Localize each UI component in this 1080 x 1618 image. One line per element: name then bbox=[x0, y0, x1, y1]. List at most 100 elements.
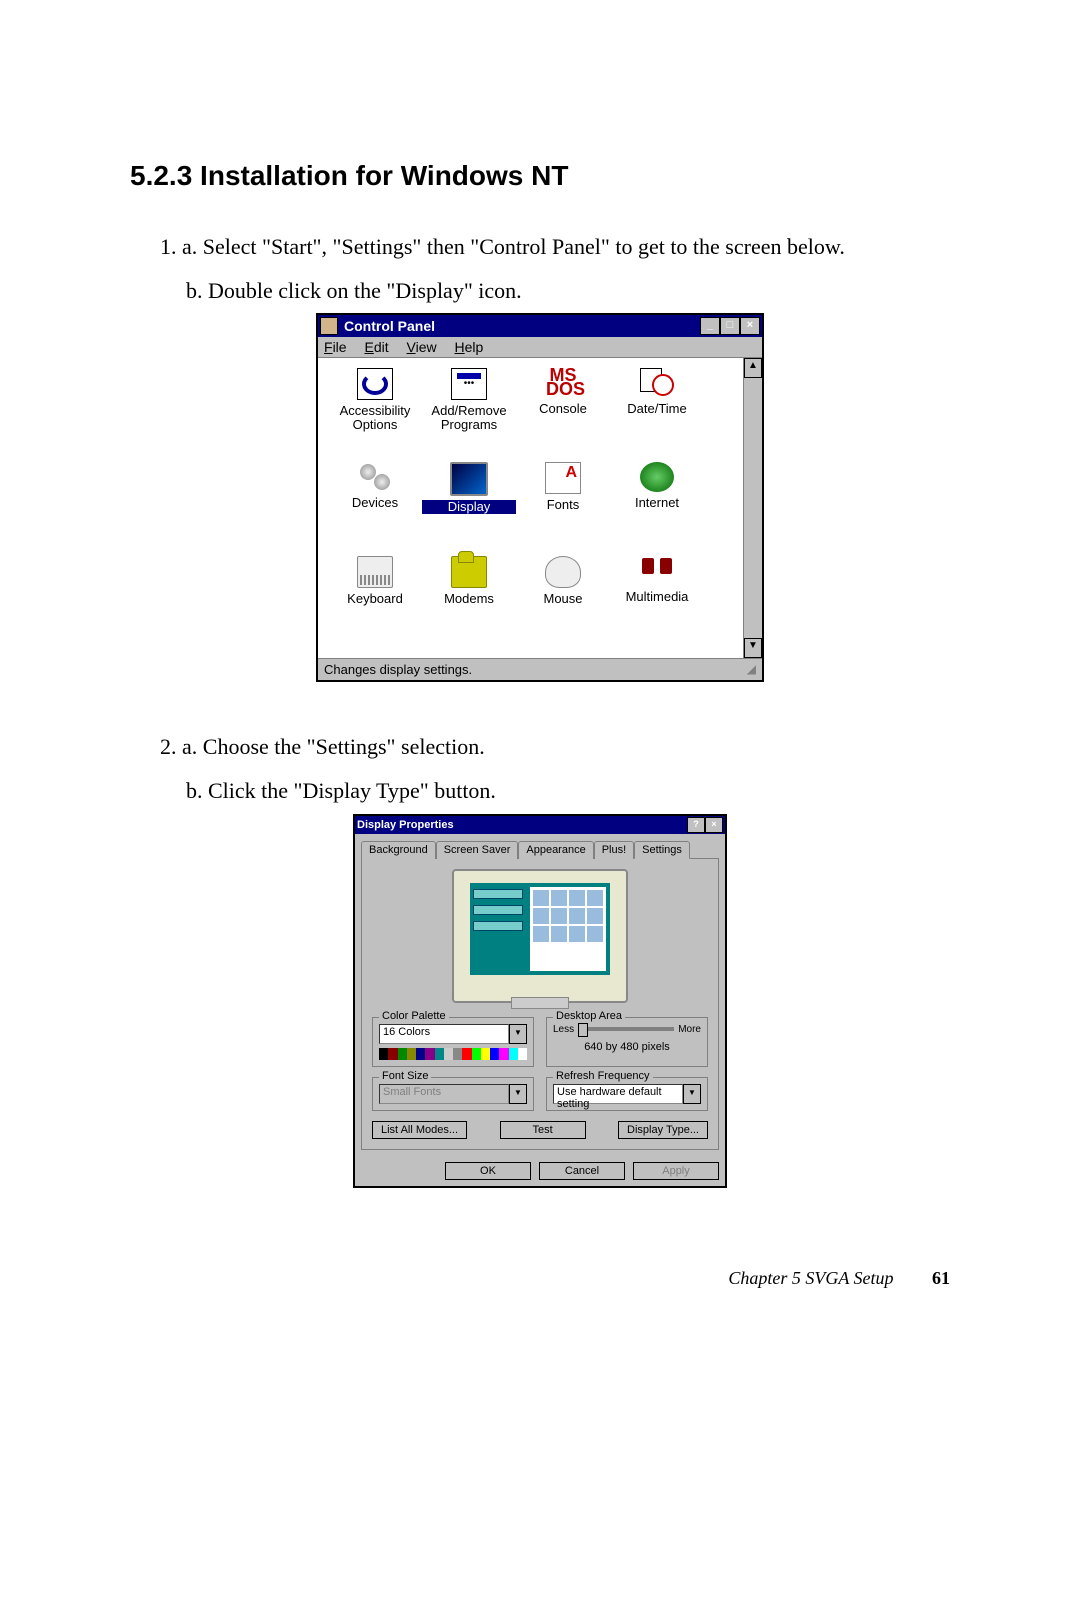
tab-plus-[interactable]: Plus! bbox=[594, 841, 634, 859]
statusbar: Changes display settings. ◢ bbox=[318, 658, 762, 680]
console-icon: MS DOS bbox=[546, 368, 580, 398]
icon-label: Date/Time bbox=[610, 402, 704, 416]
help-button[interactable]: ? bbox=[687, 817, 705, 833]
control-panel-window: Control Panel _ □ × File Edit View Help … bbox=[316, 313, 764, 682]
font-size-group: Font Size Small Fonts ▼ bbox=[372, 1077, 534, 1111]
section-heading: 5.2.3 Installation for Windows NT bbox=[130, 160, 950, 192]
display-properties-dialog: Display Properties ? × BackgroundScreen … bbox=[353, 814, 727, 1188]
icon-label: Add/Remove Programs bbox=[422, 404, 516, 431]
status-text: Changes display settings. bbox=[324, 662, 472, 677]
icon-label: Devices bbox=[328, 496, 422, 510]
font-size-select[interactable]: Small Fonts bbox=[379, 1084, 509, 1104]
color-palette-group: Color Palette 16 Colors ▼ bbox=[372, 1017, 534, 1067]
menu-edit[interactable]: Edit bbox=[364, 339, 388, 355]
cp-icon-console[interactable]: MS DOS Console bbox=[516, 364, 610, 458]
cp-icon-access[interactable]: Accessibility Options bbox=[328, 364, 422, 458]
cp-icon-kbd[interactable]: Keyboard bbox=[328, 552, 422, 646]
refresh-frequency-group: Refresh Frequency Use hardware default s… bbox=[546, 1077, 708, 1111]
scroll-up-button[interactable]: ▲ bbox=[744, 358, 762, 378]
apply-button[interactable]: Apply bbox=[633, 1162, 719, 1180]
step-1b: b. Double click on the "Display" icon. bbox=[186, 276, 950, 306]
icon-label: Internet bbox=[610, 496, 704, 510]
cp-icon-devices[interactable]: Devices bbox=[328, 458, 422, 552]
dropdown-button[interactable]: ▼ bbox=[509, 1024, 527, 1044]
slider-more-label: More bbox=[678, 1024, 701, 1035]
maximize-button[interactable]: □ bbox=[720, 317, 740, 335]
icon-label: Keyboard bbox=[328, 592, 422, 606]
devices-icon bbox=[358, 462, 392, 492]
settings-panel: Color Palette 16 Colors ▼ Desktop Area L… bbox=[361, 858, 719, 1150]
control-panel-icon bbox=[320, 317, 338, 335]
refresh-frequency-label: Refresh Frequency bbox=[553, 1070, 653, 1082]
access-icon bbox=[357, 368, 393, 400]
tab-screen-saver[interactable]: Screen Saver bbox=[436, 841, 519, 859]
resize-grip-icon[interactable]: ◢ bbox=[747, 662, 756, 677]
footer-chapter: Chapter 5 SVGA Setup bbox=[728, 1268, 893, 1288]
icon-label: Display bbox=[422, 500, 516, 514]
cp-icon-multi[interactable]: Multimedia bbox=[610, 552, 704, 646]
dropdown-button[interactable]: ▼ bbox=[683, 1084, 701, 1104]
icon-label: Accessibility Options bbox=[328, 404, 422, 431]
cp-icon-addrem[interactable]: Add/Remove Programs bbox=[422, 364, 516, 458]
titlebar[interactable]: Display Properties ? × bbox=[355, 816, 725, 834]
mouse-icon bbox=[545, 556, 581, 588]
cp-icon-fonts[interactable]: Fonts bbox=[516, 458, 610, 552]
monitor-preview bbox=[452, 869, 628, 1003]
minimize-button[interactable]: _ bbox=[700, 317, 720, 335]
kbd-icon bbox=[357, 556, 393, 588]
display-type-button[interactable]: Display Type... bbox=[618, 1121, 708, 1139]
tab-appearance[interactable]: Appearance bbox=[518, 841, 593, 859]
palette-swatch bbox=[379, 1048, 527, 1060]
step-2b: b. Click the "Display Type" button. bbox=[186, 776, 950, 806]
test-button[interactable]: Test bbox=[500, 1121, 586, 1139]
ok-button[interactable]: OK bbox=[445, 1162, 531, 1180]
desktop-area-label: Desktop Area bbox=[553, 1010, 625, 1022]
window-title: Control Panel bbox=[344, 318, 700, 334]
dialog-title: Display Properties bbox=[357, 819, 687, 831]
close-button[interactable]: × bbox=[740, 317, 760, 335]
footer-page-number: 61 bbox=[932, 1268, 950, 1288]
list-all-modes-button[interactable]: List All Modes... bbox=[372, 1121, 467, 1139]
cancel-button[interactable]: Cancel bbox=[539, 1162, 625, 1180]
menu-file[interactable]: File bbox=[324, 339, 347, 355]
multi-icon bbox=[640, 556, 674, 586]
step-2a: 2. a. Choose the "Settings" selection. bbox=[160, 732, 950, 762]
display-icon bbox=[450, 462, 488, 496]
dropdown-button[interactable]: ▼ bbox=[509, 1084, 527, 1104]
slider-less-label: Less bbox=[553, 1024, 574, 1035]
font-size-label: Font Size bbox=[379, 1070, 431, 1082]
vertical-scrollbar[interactable]: ▲ ▼ bbox=[743, 358, 762, 658]
menu-help[interactable]: Help bbox=[455, 339, 484, 355]
modem-icon bbox=[451, 556, 487, 588]
close-button[interactable]: × bbox=[705, 817, 723, 833]
icon-label: Fonts bbox=[516, 498, 610, 512]
date-icon bbox=[640, 368, 674, 398]
page-footer: Chapter 5 SVGA Setup 61 bbox=[130, 1268, 950, 1289]
internet-icon bbox=[640, 462, 674, 492]
cp-icon-date[interactable]: Date/Time bbox=[610, 364, 704, 458]
addrem-icon bbox=[451, 368, 487, 400]
menubar: File Edit View Help bbox=[318, 337, 762, 358]
menu-view[interactable]: View bbox=[407, 339, 437, 355]
cp-icon-display[interactable]: Display bbox=[422, 458, 516, 552]
desktop-area-value: 640 by 480 pixels bbox=[553, 1041, 701, 1053]
tab-background[interactable]: Background bbox=[361, 841, 436, 859]
tab-settings[interactable]: Settings bbox=[634, 841, 690, 859]
cp-icon-mouse[interactable]: Mouse bbox=[516, 552, 610, 646]
titlebar[interactable]: Control Panel _ □ × bbox=[318, 315, 762, 337]
icon-label: Modems bbox=[422, 592, 516, 606]
desktop-area-group: Desktop Area Less More 640 by 480 pixels bbox=[546, 1017, 708, 1067]
tab-strip: BackgroundScreen SaverAppearancePlus!Set… bbox=[355, 834, 725, 858]
icon-label: Mouse bbox=[516, 592, 610, 606]
color-palette-select[interactable]: 16 Colors bbox=[379, 1024, 509, 1044]
icon-area: Accessibility OptionsAdd/Remove Programs… bbox=[318, 358, 762, 658]
icon-label: Console bbox=[516, 402, 610, 416]
cp-icon-modem[interactable]: Modems bbox=[422, 552, 516, 646]
desktop-area-slider[interactable] bbox=[578, 1027, 674, 1031]
refresh-frequency-select[interactable]: Use hardware default setting bbox=[553, 1084, 683, 1104]
scroll-down-button[interactable]: ▼ bbox=[744, 638, 762, 658]
cp-icon-internet[interactable]: Internet bbox=[610, 458, 704, 552]
color-palette-label: Color Palette bbox=[379, 1010, 449, 1022]
fonts-icon bbox=[545, 462, 581, 494]
icon-label: Multimedia bbox=[610, 590, 704, 604]
